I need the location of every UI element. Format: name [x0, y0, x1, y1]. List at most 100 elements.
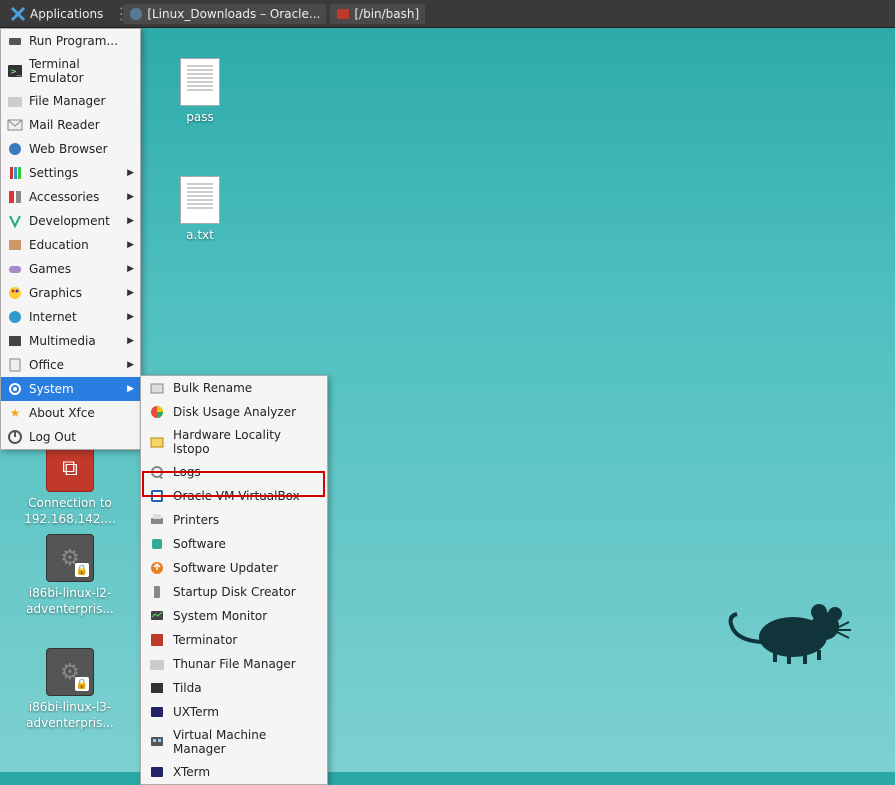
tilda-icon: [149, 680, 165, 696]
applications-menu-button[interactable]: Applications: [4, 3, 109, 25]
submenu-terminator[interactable]: Terminator: [141, 628, 327, 652]
submenu-label: Printers: [173, 513, 219, 527]
menu-label: Development: [29, 214, 110, 228]
desktop-icon-label: i86bi-linux-l2-adventerpris...: [20, 586, 120, 617]
menu-label: Web Browser: [29, 142, 108, 156]
submenu-bulk-rename[interactable]: Bulk Rename: [141, 376, 327, 400]
submenu-virtualbox[interactable]: Oracle VM VirtualBox: [141, 484, 327, 508]
submenu-thunar[interactable]: Thunar File Manager: [141, 652, 327, 676]
taskbar-window-oracle[interactable]: [Linux_Downloads – Oracle...: [123, 4, 326, 24]
menu-label: Log Out: [29, 430, 76, 444]
submenu-system-monitor[interactable]: System Monitor: [141, 604, 327, 628]
menu-label: Settings: [29, 166, 78, 180]
submenu-hwloc[interactable]: Hardware Locality lstopo: [141, 424, 327, 460]
submenu-label: Thunar File Manager: [173, 657, 296, 671]
submenu-vmm[interactable]: Virtual Machine Manager: [141, 724, 327, 760]
submenu-uxterm[interactable]: UXTerm: [141, 700, 327, 724]
menu-mail-reader[interactable]: Mail Reader: [1, 113, 140, 137]
menu-multimedia[interactable]: Multimedia ▶: [1, 329, 140, 353]
browser-icon: [129, 7, 143, 21]
menu-terminal[interactable]: >_ Terminal Emulator: [1, 53, 140, 89]
submenu-xterm[interactable]: XTerm: [141, 760, 327, 784]
applications-label: Applications: [30, 7, 103, 21]
internet-icon: [7, 309, 23, 325]
desktop-icon-label: Connection to 192.168.142....: [20, 496, 120, 527]
binary-icon: ⚙🔒: [46, 648, 94, 696]
submenu-tilda[interactable]: Tilda: [141, 676, 327, 700]
menu-run-program[interactable]: Run Program...: [1, 29, 140, 53]
chevron-right-icon: ▶: [127, 312, 134, 322]
menu-about-xfce[interactable]: ★ About Xfce: [1, 401, 140, 425]
monitor-icon: [149, 608, 165, 624]
menu-label: Accessories: [29, 190, 99, 204]
chevron-right-icon: ▶: [127, 288, 134, 298]
chevron-right-icon: ▶: [127, 336, 134, 346]
games-icon: [7, 261, 23, 277]
menu-education[interactable]: Education ▶: [1, 233, 140, 257]
menu-games[interactable]: Games ▶: [1, 257, 140, 281]
submenu-software[interactable]: Software: [141, 532, 327, 556]
menu-accessories[interactable]: Accessories ▶: [1, 185, 140, 209]
usb-icon: [149, 584, 165, 600]
submenu-software-updater[interactable]: Software Updater: [141, 556, 327, 580]
logs-icon: [149, 464, 165, 480]
desktop-icon-label: a.txt: [150, 228, 250, 244]
submenu-label: Disk Usage Analyzer: [173, 405, 296, 419]
menu-web-browser[interactable]: Web Browser: [1, 137, 140, 161]
menu-office[interactable]: Office ▶: [1, 353, 140, 377]
menu-label: Run Program...: [29, 34, 118, 48]
desktop-icon-label: pass: [150, 110, 250, 126]
submenu-label: Startup Disk Creator: [173, 585, 296, 599]
chevron-right-icon: ▶: [127, 264, 134, 274]
logout-icon: [7, 429, 23, 445]
submenu-label: System Monitor: [173, 609, 267, 623]
submenu-logs[interactable]: Logs: [141, 460, 327, 484]
submenu-label: Software Updater: [173, 561, 278, 575]
mail-icon: [7, 117, 23, 133]
submenu-label: UXTerm: [173, 705, 219, 719]
vmm-icon: [149, 734, 165, 750]
run-icon: [7, 33, 23, 49]
xfce-logo-icon: [10, 6, 26, 22]
desktop-icon-pass[interactable]: pass: [150, 58, 250, 126]
virtualbox-icon: [149, 488, 165, 504]
menu-label: Mail Reader: [29, 118, 100, 132]
education-icon: [7, 237, 23, 253]
taskbar-window-bash[interactable]: [/bin/bash]: [330, 4, 425, 24]
submenu-startup-disk[interactable]: Startup Disk Creator: [141, 580, 327, 604]
document-icon: [180, 176, 220, 224]
chevron-right-icon: ▶: [127, 168, 134, 178]
menu-settings[interactable]: Settings ▶: [1, 161, 140, 185]
desktop-icon-l3[interactable]: ⚙🔒 i86bi-linux-l3-adventerpris...: [20, 648, 120, 731]
chevron-right-icon: ▶: [127, 384, 134, 394]
menu-label: Multimedia: [29, 334, 96, 348]
star-icon: ★: [7, 405, 23, 421]
menu-graphics[interactable]: Graphics ▶: [1, 281, 140, 305]
submenu-label: Logs: [173, 465, 201, 479]
multimedia-icon: [7, 333, 23, 349]
pie-chart-icon: [149, 404, 165, 420]
menu-internet[interactable]: Internet ▶: [1, 305, 140, 329]
menu-development[interactable]: Development ▶: [1, 209, 140, 233]
lock-icon: 🔒: [75, 563, 89, 577]
svg-text:>_: >_: [10, 67, 22, 76]
menu-label: Games: [29, 262, 71, 276]
desktop-icon-connection[interactable]: ⧉ Connection to 192.168.142....: [20, 444, 120, 527]
desktop-icon-atxt[interactable]: a.txt: [150, 176, 250, 244]
menu-file-manager[interactable]: File Manager: [1, 89, 140, 113]
submenu-label: Bulk Rename: [173, 381, 252, 395]
submenu-label: Oracle VM VirtualBox: [173, 489, 300, 503]
submenu-disk-usage[interactable]: Disk Usage Analyzer: [141, 400, 327, 424]
submenu-printers[interactable]: Printers: [141, 508, 327, 532]
menu-log-out[interactable]: Log Out: [1, 425, 140, 449]
menu-label: System: [29, 382, 74, 396]
desktop-icon-l2[interactable]: ⚙🔒 i86bi-linux-l2-adventerpris...: [20, 534, 120, 617]
chevron-right-icon: ▶: [127, 192, 134, 202]
software-icon: [149, 536, 165, 552]
menu-label: About Xfce: [29, 406, 95, 420]
menu-system[interactable]: System ▶: [1, 377, 140, 401]
chevron-right-icon: ▶: [127, 216, 134, 226]
submenu-label: Terminator: [173, 633, 237, 647]
applications-menu: Run Program... >_ Terminal Emulator File…: [0, 28, 141, 450]
rename-icon: [149, 380, 165, 396]
